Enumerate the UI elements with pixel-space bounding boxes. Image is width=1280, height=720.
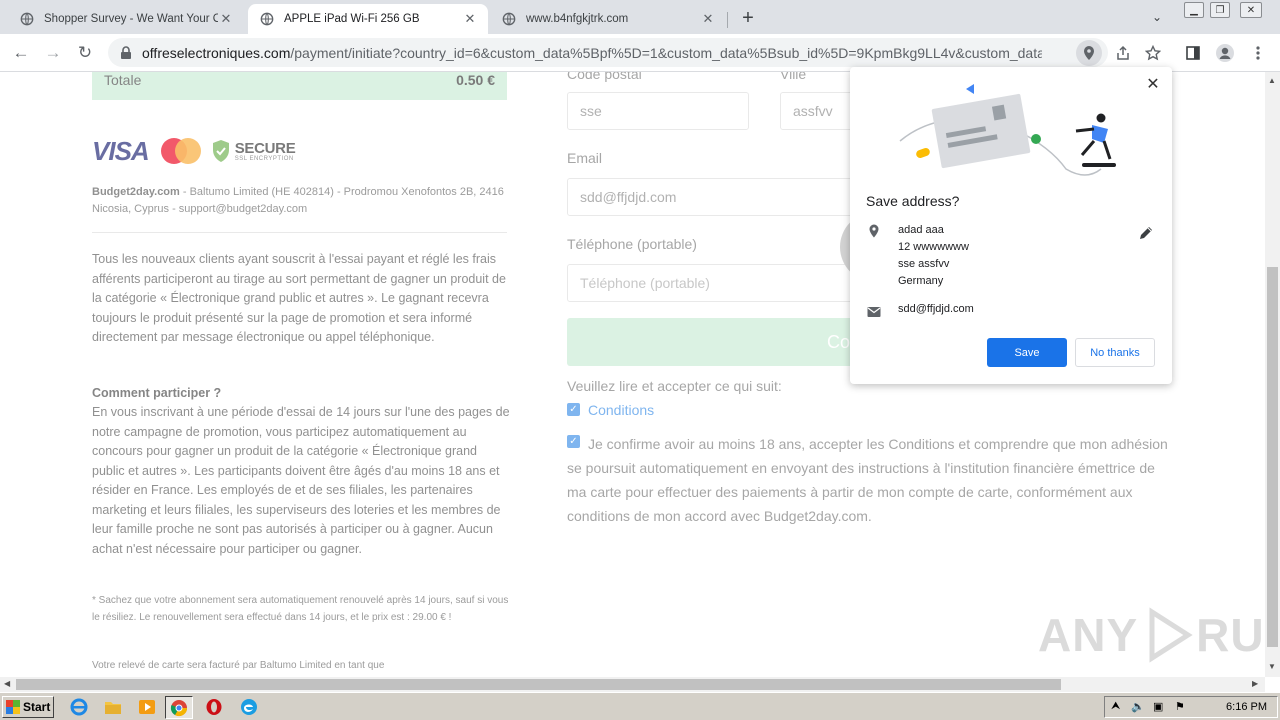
new-tab-button[interactable]: + <box>736 6 760 30</box>
side-panel-icon[interactable] <box>1183 43 1203 63</box>
payment-logos: VISA SECURE SSL ENCRYPTION <box>92 135 296 166</box>
divider <box>92 232 507 233</box>
chrome-icon <box>170 699 188 716</box>
lock-icon <box>121 46 131 59</box>
billing-notice: Votre relevé de carte sera facturé par B… <box>92 660 385 671</box>
windows-logo-icon <box>6 700 20 714</box>
minimize-button[interactable]: ▁ <box>1184 2 1204 18</box>
phone-label: Téléphone (portable) <box>567 236 697 252</box>
location-pin-icon <box>869 224 879 238</box>
legal-paragraph-2: En vous inscrivant à une période d'essai… <box>92 405 510 556</box>
profile-avatar-icon[interactable] <box>1215 43 1235 63</box>
visa-logo: VISA <box>92 135 150 166</box>
conditions-link[interactable]: Conditions <box>588 402 654 418</box>
ssl-secure-badge: SECURE SSL ENCRYPTION <box>211 139 296 163</box>
submit-button[interactable]: Co <box>567 318 857 366</box>
location-pin-icon[interactable] <box>1076 40 1102 66</box>
flag-icon[interactable]: ⚑ <box>1175 700 1189 714</box>
total-label: Totale <box>104 72 142 88</box>
internet-explorer-icon[interactable] <box>70 698 88 716</box>
tab-title: www.b4nfgkjtrk.com <box>526 13 629 25</box>
chevron-down-icon[interactable]: ⌄ <box>1152 10 1162 24</box>
close-icon[interactable]: ✕ <box>462 11 478 27</box>
restore-button[interactable]: ❐ <box>1210 2 1230 18</box>
save-button[interactable]: Save <box>987 338 1067 367</box>
tab-apple-ipad[interactable]: APPLE iPad Wi-Fi 256 GB ✕ <box>248 4 488 34</box>
phone-input[interactable]: Téléphone (portable) <box>567 264 857 302</box>
play-logo-icon <box>1149 607 1193 663</box>
company-info: Budget2day.com - Baltumo Limited (HE 402… <box>92 186 504 215</box>
star-icon[interactable] <box>1144 44 1162 62</box>
url-text: offreselectroniques.com/payment/initiate… <box>142 45 1042 61</box>
scroll-right-arrow-icon[interactable]: ▶ <box>1252 679 1258 688</box>
postal-code-input[interactable]: sse <box>567 92 749 130</box>
address-email: sdd@ffjdjd.com <box>898 303 974 315</box>
globe-icon <box>502 12 516 26</box>
scroll-left-arrow-icon[interactable]: ◀ <box>4 679 10 688</box>
volume-icon[interactable]: 🔈 <box>1131 700 1145 714</box>
close-icon[interactable]: ✕ <box>218 11 234 27</box>
scroll-up-arrow-icon[interactable]: ▲ <box>1268 76 1276 85</box>
pencil-edit-icon[interactable] <box>1138 225 1154 241</box>
renewal-notice: * Sachez que votre abonnement sera autom… <box>92 595 509 623</box>
opera-icon[interactable] <box>205 698 223 716</box>
age-confirm-text: Je confirme avoir au moins 18 ans, accep… <box>567 436 1168 524</box>
windows-taskbar: Start ⮝ 🔈 ▣ ⚑ 6:16 PM <box>0 692 1280 720</box>
close-icon[interactable]: ✕ <box>700 11 716 27</box>
close-icon[interactable]: ✕ <box>1144 75 1162 93</box>
postal-code-label: Code postal <box>567 72 642 82</box>
city-label: Ville <box>780 72 807 82</box>
forward-arrow-icon[interactable]: → <box>42 42 64 64</box>
address-lines: adad aaa 12 wwwwwww sse assfvv Germany <box>898 224 969 287</box>
network-icon[interactable]: ▣ <box>1153 700 1167 714</box>
terms-instruction: Veuillez lire et accepter ce qui suit: <box>567 378 782 394</box>
tab-shopper-survey[interactable]: Shopper Survey - We Want Your Op ✕ <box>8 4 244 34</box>
share-icon[interactable] <box>1114 44 1132 62</box>
dialog-title: Save address? <box>866 193 960 209</box>
tab-title: APPLE iPad Wi-Fi 256 GB <box>284 13 420 25</box>
legal-paragraph-1: Tous les nouveaux clients ayant souscrit… <box>92 252 506 344</box>
chrome-taskbar-button[interactable] <box>165 696 193 719</box>
email-input[interactable]: sdd@ffjdjd.com <box>567 178 857 216</box>
shield-check-icon <box>212 140 229 162</box>
reload-icon[interactable]: ↻ <box>74 42 96 64</box>
system-tray: ⮝ 🔈 ▣ ⚑ 6:16 PM <box>1104 696 1278 718</box>
envelope-icon <box>867 307 881 317</box>
anyrun-watermark: ANY RUN <box>1038 606 1265 664</box>
horizontal-scrollbar[interactable]: ◀ ▶ <box>0 677 1265 692</box>
address-bar[interactable]: offreselectroniques.com/payment/initiate… <box>108 38 1161 67</box>
close-window-button[interactable]: ✕ <box>1240 2 1262 18</box>
no-thanks-button[interactable]: No thanks <box>1075 338 1155 367</box>
tab-b4nfgkjtrk[interactable]: www.b4nfgkjtrk.com ✕ <box>490 4 726 34</box>
clock[interactable]: 6:16 PM <box>1226 701 1267 713</box>
globe-icon <box>20 12 34 26</box>
conditions-checkbox[interactable]: ✓ <box>567 403 580 416</box>
edge-icon[interactable] <box>240 698 258 716</box>
order-total: Totale 0.50 € <box>92 72 507 100</box>
media-player-icon[interactable] <box>138 698 156 716</box>
globe-icon <box>260 12 274 26</box>
email-label: Email <box>567 150 603 166</box>
city-input[interactable]: assfvv <box>780 92 860 130</box>
more-menu-icon[interactable] <box>1248 43 1268 63</box>
tab-separator <box>727 12 728 28</box>
expand-tray-icon[interactable]: ⮝ <box>1111 700 1125 714</box>
how-to-participate-heading: Comment participer ? <box>92 386 222 400</box>
tab-title: Shopper Survey - We Want Your Op <box>44 13 218 25</box>
folder-icon[interactable] <box>104 698 122 716</box>
mastercard-logo <box>160 138 201 164</box>
save-address-dialog: ✕ Save address? adad aaa 12 wwwwwww sse … <box>850 67 1172 384</box>
total-value: 0.50 € <box>456 72 495 88</box>
tab-strip: Shopper Survey - We Want Your Op ✕ APPLE… <box>0 0 1280 34</box>
start-button[interactable]: Start <box>2 696 54 718</box>
address-illustration <box>899 84 1116 176</box>
vertical-scrollbar[interactable]: ▲ ▼ <box>1265 72 1280 677</box>
back-arrow-icon[interactable]: ← <box>10 42 32 64</box>
vertical-scroll-thumb[interactable] <box>1267 267 1278 647</box>
scroll-down-arrow-icon[interactable]: ▼ <box>1268 662 1276 671</box>
horizontal-scroll-thumb[interactable] <box>16 679 1061 690</box>
